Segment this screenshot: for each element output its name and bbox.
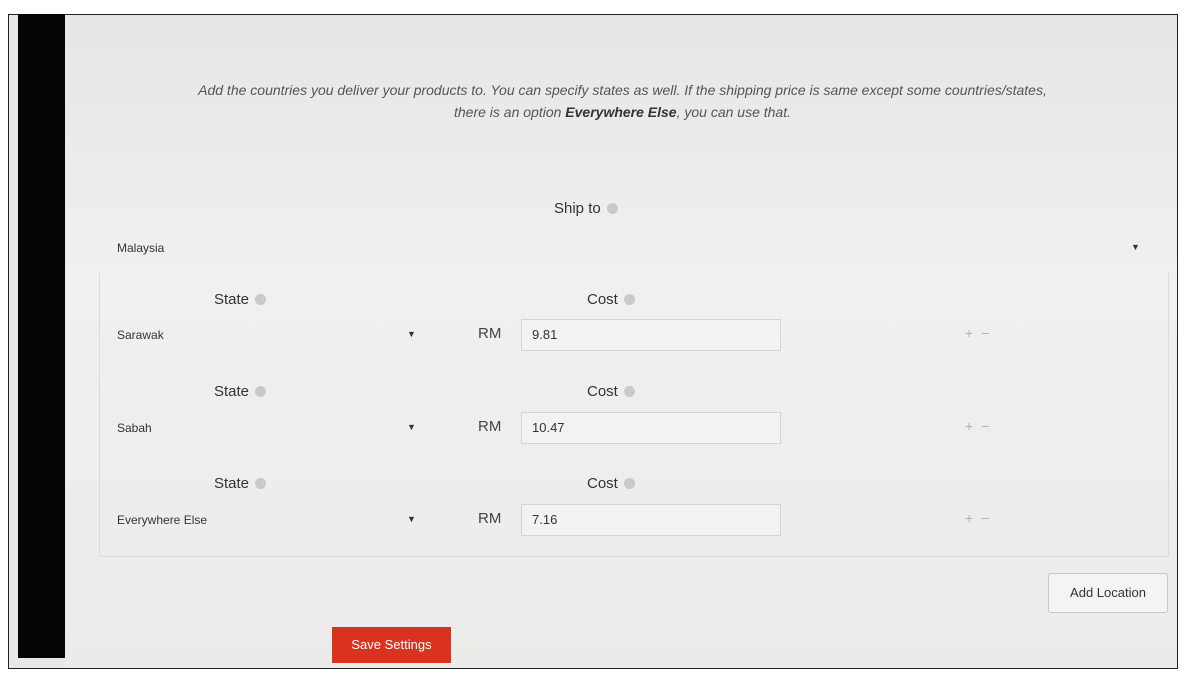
cost-input[interactable]: 9.81 <box>521 319 781 351</box>
state-label: State <box>214 383 267 400</box>
row-controls: +− <box>965 418 997 434</box>
intro-everywhere-else: Everywhere Else <box>565 104 677 120</box>
caret-down-icon: ▼ <box>407 329 416 339</box>
country-select[interactable]: Malaysia ▼ <box>99 237 1169 261</box>
remove-row-button[interactable]: − <box>981 510 997 526</box>
state-select-value: Sabah <box>117 421 152 435</box>
state-select-value: Everywhere Else <box>117 513 208 527</box>
state-label: State <box>214 291 267 308</box>
state-select[interactable]: Sabah ▼ <box>111 417 431 441</box>
state-label: State <box>214 475 267 492</box>
remove-row-button[interactable]: − <box>981 418 997 434</box>
settings-panel: Add the countries you deliver your produ… <box>66 15 1177 668</box>
intro-text: Add the countries you deliver your produ… <box>66 79 1177 123</box>
cost-label-text: Cost <box>587 475 618 492</box>
help-icon[interactable] <box>623 293 635 305</box>
ship-to-label: Ship to <box>554 200 618 217</box>
cost-label-text: Cost <box>587 291 618 308</box>
help-icon[interactable] <box>255 385 267 397</box>
add-row-button[interactable]: + <box>965 418 981 434</box>
country-select-value: Malaysia <box>117 241 165 255</box>
cost-label-text: Cost <box>587 383 618 400</box>
left-dark-edge <box>18 14 65 658</box>
currency-label: RM <box>478 510 502 527</box>
row-controls: +− <box>965 510 997 526</box>
cost-label: Cost <box>587 475 635 492</box>
ship-to-text: Ship to <box>554 200 601 217</box>
add-row-button[interactable]: + <box>965 510 981 526</box>
cost-input[interactable]: 7.16 <box>521 504 781 536</box>
add-location-button[interactable]: Add Location <box>1048 573 1168 613</box>
currency-label: RM <box>478 418 502 435</box>
state-select[interactable]: Sarawak ▼ <box>111 324 431 348</box>
remove-row-button[interactable]: − <box>981 325 997 341</box>
cost-label: Cost <box>587 291 635 308</box>
state-label-text: State <box>214 383 250 400</box>
currency-label: RM <box>478 325 502 342</box>
intro-line-1: Add the countries you deliver your produ… <box>198 82 1047 98</box>
help-icon[interactable] <box>623 385 635 397</box>
intro-line-2: there is an option Everywhere Else, you … <box>66 101 1177 123</box>
help-icon[interactable] <box>255 477 267 489</box>
state-select[interactable]: Everywhere Else ▼ <box>111 509 431 533</box>
save-settings-button[interactable]: Save Settings <box>332 627 451 663</box>
help-icon[interactable] <box>623 477 635 489</box>
caret-down-icon: ▼ <box>1131 242 1140 252</box>
help-icon[interactable] <box>255 293 267 305</box>
photo-frame: Add the countries you deliver your produ… <box>8 14 1178 669</box>
state-select-value: Sarawak <box>117 328 164 342</box>
caret-down-icon: ▼ <box>407 514 416 524</box>
state-label-text: State <box>214 475 250 492</box>
intro-line-2-post: , you can use that. <box>676 104 791 120</box>
cost-label: Cost <box>587 383 635 400</box>
row-controls: +− <box>965 325 997 341</box>
help-icon[interactable] <box>606 202 618 214</box>
cost-input[interactable]: 10.47 <box>521 412 781 444</box>
caret-down-icon: ▼ <box>407 422 416 432</box>
state-label-text: State <box>214 291 250 308</box>
add-row-button[interactable]: + <box>965 325 981 341</box>
intro-line-2-pre: there is an option <box>454 104 566 120</box>
